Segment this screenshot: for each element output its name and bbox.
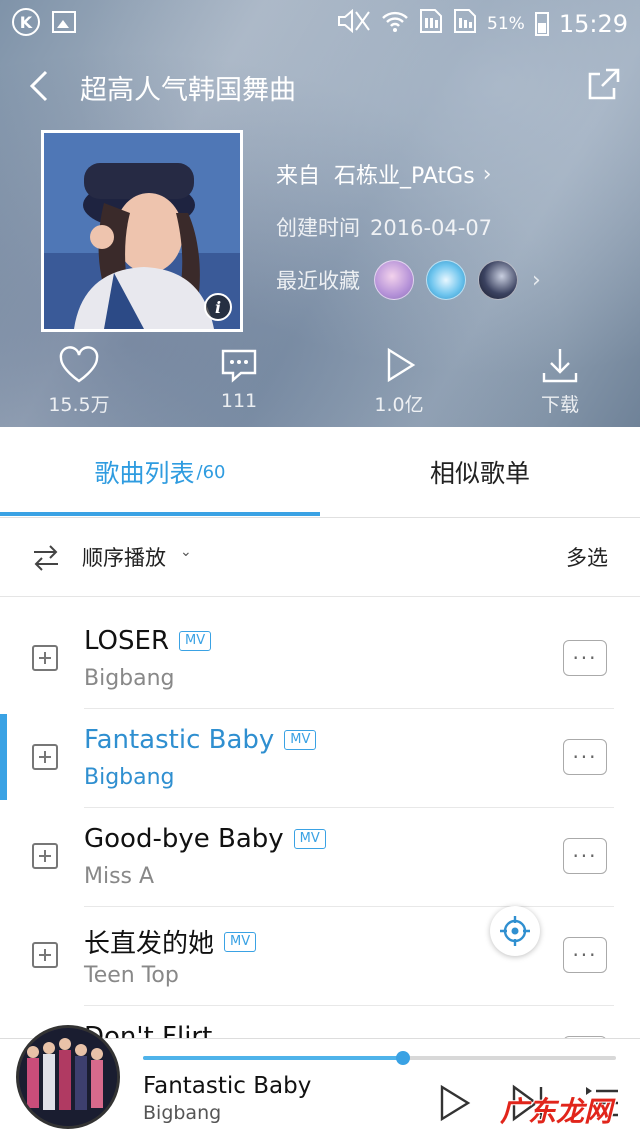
mv-badge[interactable]: MV [284, 730, 317, 750]
list-item[interactable]: LOSER MV Bigbang ··· [0, 610, 640, 709]
mute-icon [337, 8, 371, 38]
battery-icon [534, 11, 549, 36]
now-playing-cover[interactable] [16, 1025, 120, 1129]
now-playing-artist: Bigbang [143, 1102, 222, 1124]
status-bar: K 51% 15:29 [0, 0, 640, 46]
chevron-down-icon: ⌄ [180, 544, 192, 560]
tab-song-list-label: 歌曲列表 [94, 459, 195, 488]
song-title: Fantastic Baby [84, 725, 275, 755]
battery-percent: 51% [487, 13, 525, 34]
more-options-button[interactable]: ··· [563, 640, 607, 676]
comment-count: 111 [220, 390, 258, 412]
song-artist: Bigbang [84, 765, 175, 790]
song-artist: Bigbang [84, 666, 175, 691]
download-button[interactable]: 下载 [510, 344, 610, 417]
created-date: 2016-04-07 [370, 216, 493, 240]
back-button[interactable] [22, 68, 58, 104]
mv-badge[interactable]: MV [224, 931, 257, 952]
created-label: 创建时间 [276, 216, 360, 240]
now-playing-title: Fantastic Baby [143, 1073, 312, 1099]
page-title: 超高人气韩国舞曲 [80, 75, 296, 106]
playlist-cover[interactable]: i [41, 130, 243, 332]
add-icon[interactable] [32, 645, 58, 671]
play-all-button[interactable]: 1.0亿 [349, 344, 449, 417]
multi-select-button[interactable]: 多选 [566, 542, 608, 572]
recent-collectors-row[interactable]: 最近收藏 › [276, 260, 541, 300]
play-button[interactable] [436, 1083, 472, 1123]
clock: 15:29 [558, 9, 628, 38]
list-item[interactable]: Good-bye Baby MV Miss A ··· [0, 808, 640, 907]
sim2-icon [453, 8, 477, 39]
play-mode-selector[interactable]: 顺序播放 [82, 542, 166, 572]
chevron-right-icon: › [532, 267, 541, 293]
watermark: 广东龙网 [500, 1095, 613, 1128]
creator-name: 石栋业_PAtGs [334, 164, 475, 189]
more-options-button[interactable]: ··· [563, 739, 607, 775]
k-app-icon: K [12, 8, 40, 36]
share-icon [588, 68, 620, 100]
tab-bar: 歌曲列表/60 相似歌单 [0, 427, 640, 518]
add-icon[interactable] [32, 744, 58, 770]
tab-song-list[interactable]: 歌曲列表/60 [0, 427, 320, 517]
song-title: LOSER [84, 626, 170, 656]
share-button[interactable] [586, 66, 622, 102]
created-row: 创建时间 2016-04-07 [276, 212, 541, 242]
avatar[interactable] [426, 260, 466, 300]
list-item[interactable]: 长直发的她 MV Teen Top ··· [0, 907, 640, 1006]
add-icon[interactable] [32, 843, 58, 869]
now-playing-marker [0, 714, 7, 800]
comment-button[interactable]: 111 [189, 344, 289, 412]
sort-bar: 顺序播放 ⌄ 多选 [0, 518, 640, 597]
sim1-icon [419, 8, 443, 39]
list-item[interactable]: Fantastic Baby MV Bigbang ··· [0, 709, 640, 808]
tab-similar-label: 相似歌单 [429, 459, 530, 488]
download-label: 下载 [540, 394, 579, 416]
song-count: /60 [196, 461, 226, 483]
progress-bar[interactable] [143, 1051, 616, 1065]
sequential-play-icon[interactable] [32, 544, 60, 572]
progress-handle[interactable] [396, 1051, 411, 1065]
recent-label: 最近收藏 [276, 269, 360, 293]
gallery-icon [52, 11, 76, 33]
more-options-button[interactable]: ··· [563, 937, 607, 973]
more-options-button[interactable]: ··· [563, 838, 607, 874]
album-art-image [19, 1028, 117, 1126]
creator-row[interactable]: 来自 石栋业_PAtGs › [276, 158, 541, 190]
like-count: 15.5万 [48, 394, 110, 416]
playlist-meta: 来自 石栋业_PAtGs › 创建时间 2016-04-07 最近收藏 › [276, 158, 541, 300]
action-bar: 15.5万 111 1.0亿 下载 [0, 344, 640, 420]
play-icon [387, 347, 416, 383]
info-icon[interactable]: i [204, 293, 232, 321]
song-list: LOSER MV Bigbang ··· Fantastic Baby MV B… [0, 610, 640, 1105]
like-button[interactable]: 15.5万 [29, 344, 129, 417]
play-icon [440, 1084, 471, 1122]
tab-similar-playlists[interactable]: 相似歌单 [320, 427, 640, 517]
crosshair-icon [500, 916, 530, 946]
song-title: Good-bye Baby [84, 824, 284, 854]
play-count: 1.0亿 [374, 394, 424, 416]
from-label: 来自 [276, 164, 321, 189]
comment-icon [221, 349, 257, 383]
heart-icon [59, 346, 99, 383]
song-artist: Teen Top [84, 963, 179, 988]
playlist-header: K 51% 15:29 超高人气韩国舞曲 i 来自 石栋业_PAtGs › 创建… [0, 0, 640, 427]
nav-bar: 超高人气韩国舞曲 [0, 58, 640, 114]
progress-fill [143, 1056, 404, 1060]
avatar[interactable] [374, 260, 414, 300]
locate-playing-button[interactable] [490, 906, 540, 956]
avatar[interactable] [478, 260, 518, 300]
song-title: 长直发的她 [84, 929, 215, 959]
song-artist: Miss A [84, 864, 155, 889]
tab-indicator [0, 512, 320, 516]
download-icon [542, 349, 578, 383]
wifi-icon [381, 9, 409, 38]
mv-badge[interactable]: MV [179, 631, 212, 651]
chevron-right-icon: › [482, 161, 492, 187]
mv-badge[interactable]: MV [293, 829, 326, 849]
add-icon[interactable] [32, 942, 58, 968]
back-arrow-icon [29, 70, 48, 102]
